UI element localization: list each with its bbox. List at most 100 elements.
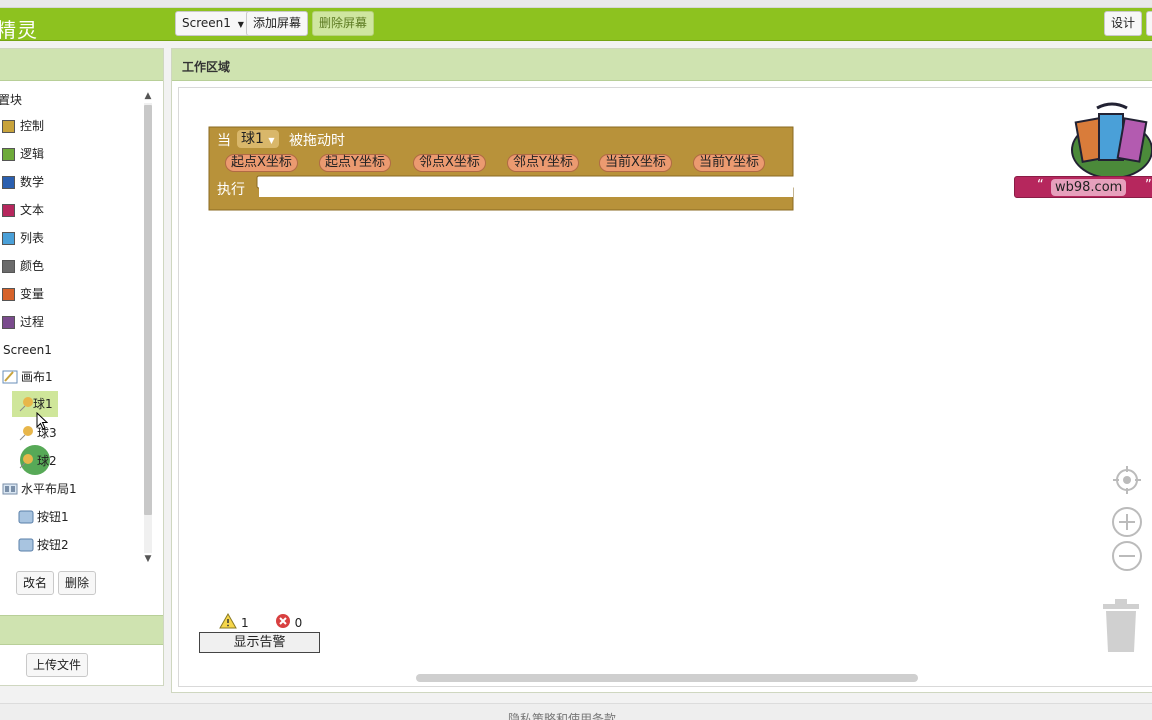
ball-icon xyxy=(18,396,34,412)
colors-color-swatch xyxy=(2,259,15,273)
screen-node[interactable]: Screen1 xyxy=(3,339,52,361)
workspace-panel: 工作区域 当 球1 ▼ 被拖动时 起点X坐标 起点Y坐标 邻点X坐标 邻点Y坐标 xyxy=(171,48,1152,693)
param-current-x[interactable]: 当前X坐标 xyxy=(599,154,672,172)
variables-color-swatch xyxy=(2,287,15,301)
event-label: 被拖动时 xyxy=(289,133,345,149)
scroll-up-icon[interactable]: ▲ xyxy=(143,91,153,101)
workspace-header: 工作区域 xyxy=(172,49,1152,81)
procedures-color-swatch xyxy=(2,315,15,329)
param-prev-x[interactable]: 邻点X坐标 xyxy=(413,154,486,172)
builtin-lists-label: 列表 xyxy=(20,231,45,245)
palette-header xyxy=(0,49,163,81)
workspace-title: 工作区域 xyxy=(182,60,231,74)
param-start-y[interactable]: 起点Y坐标 xyxy=(319,154,391,172)
lists-color-swatch xyxy=(2,231,15,245)
top-toolbar: 精灵 Screen1 ▼ 添加屏幕 删除屏幕 设计 xyxy=(0,8,1152,42)
blocks-tree: 置块 控制 逻辑 数学 文本 列表 颜色 变量 过程 Screen1 画布1 球… xyxy=(0,89,145,569)
builtin-logic[interactable]: 逻辑 xyxy=(2,143,44,165)
app-root: 精灵 Screen1 ▼ 添加屏幕 删除屏幕 设计 置块 控制 逻辑 数学 文本… xyxy=(0,0,1152,720)
builtin-colors-label: 颜色 xyxy=(20,259,45,273)
blocks-button[interactable] xyxy=(1146,11,1152,36)
chevron-down-icon: ▼ xyxy=(268,136,275,145)
button-icon xyxy=(18,509,34,525)
builtin-colors[interactable]: 颜色 xyxy=(2,255,44,277)
show-warnings-button[interactable]: 显示告警 xyxy=(199,632,320,653)
button1-node-label: 按钮1 xyxy=(37,510,69,524)
button-icon xyxy=(18,537,34,553)
blocks-palette-panel: 置块 控制 逻辑 数学 文本 列表 颜色 变量 过程 Screen1 画布1 球… xyxy=(0,48,164,686)
warning-indicator: 1 0 xyxy=(219,612,303,632)
remove-screen-button[interactable]: 删除屏幕 xyxy=(312,11,375,36)
scroll-thumb[interactable] xyxy=(144,105,152,515)
button1-node[interactable]: 按钮1 xyxy=(18,506,69,528)
browser-top-strip xyxy=(0,0,1152,8)
ball1-node-selected[interactable]: 球1 xyxy=(12,391,58,417)
canvas-icon xyxy=(2,369,18,385)
zoom-in-icon[interactable] xyxy=(1111,506,1143,538)
screen-dropdown-label: Screen1 xyxy=(182,16,231,30)
warnings-count: 1 xyxy=(241,615,249,630)
component-dropdown[interactable]: 球1 ▼ xyxy=(237,130,279,148)
warning-icon xyxy=(219,612,237,632)
errors-count: 0 xyxy=(294,615,303,630)
control-color-swatch xyxy=(2,119,15,133)
mouse-cursor-icon xyxy=(36,412,48,430)
rename-button[interactable]: 改名 xyxy=(16,571,55,595)
builtin-control[interactable]: 控制 xyxy=(2,115,44,137)
builtin-text[interactable]: 文本 xyxy=(2,199,44,221)
builtin-control-label: 控制 xyxy=(20,119,45,133)
builtin-lists[interactable]: 列表 xyxy=(2,227,44,249)
backpack-icon[interactable] xyxy=(1067,100,1152,180)
text-value-field[interactable]: wb98.com xyxy=(1051,179,1127,196)
builtin-math[interactable]: 数学 xyxy=(2,171,44,193)
logic-color-swatch xyxy=(2,147,15,161)
do-label: 执行 xyxy=(217,182,245,198)
media-header xyxy=(0,615,163,645)
horizontal-layout-icon xyxy=(2,481,18,497)
canvas-node[interactable]: 画布1 xyxy=(2,366,53,388)
ball2-node[interactable]: 球2 xyxy=(18,450,57,472)
open-quote: “ xyxy=(1037,178,1044,193)
ball-icon xyxy=(18,453,34,469)
zoom-out-icon[interactable] xyxy=(1111,540,1143,572)
builtin-procedures-label: 过程 xyxy=(20,315,45,329)
screen-dropdown[interactable]: Screen1 ▼ xyxy=(175,11,251,36)
builtin-procedures[interactable]: 过程 xyxy=(2,311,44,333)
builtin-variables[interactable]: 变量 xyxy=(2,283,44,305)
param-current-y[interactable]: 当前Y坐标 xyxy=(693,154,765,172)
trash-icon[interactable] xyxy=(1099,596,1143,654)
hlayout-node-label: 水平布局1 xyxy=(21,482,77,496)
app-title: 精灵 xyxy=(0,18,38,42)
builtin-math-label: 数学 xyxy=(20,175,45,189)
scroll-down-icon[interactable]: ▼ xyxy=(143,554,153,564)
math-color-swatch xyxy=(2,175,15,189)
button2-node-label: 按钮2 xyxy=(37,538,69,552)
param-start-x[interactable]: 起点X坐标 xyxy=(225,154,298,172)
palette-scrollbar[interactable]: ▲ ▼ xyxy=(142,91,154,565)
canvas-horizontal-scrollbar[interactable] xyxy=(416,674,918,682)
param-prev-y[interactable]: 邻点Y坐标 xyxy=(507,154,579,172)
drag-event-block[interactable]: 当 球1 ▼ 被拖动时 起点X坐标 起点Y坐标 邻点X坐标 邻点Y坐标 当前X坐… xyxy=(207,126,795,212)
canvas-node-label: 画布1 xyxy=(21,370,53,384)
error-icon xyxy=(275,613,291,632)
design-button[interactable]: 设计 xyxy=(1104,11,1143,36)
button2-node[interactable]: 按钮2 xyxy=(18,534,69,556)
builtin-text-label: 文本 xyxy=(20,203,45,217)
ball-icon xyxy=(18,425,34,441)
text-string-block[interactable]: “ wb98.com ” xyxy=(1014,176,1152,198)
footer-links[interactable]: 隐私策略和使用条款 xyxy=(508,710,616,720)
upload-file-button[interactable]: 上传文件 xyxy=(26,653,89,677)
builtin-logic-label: 逻辑 xyxy=(20,147,45,161)
component-dropdown-label: 球1 xyxy=(241,131,264,147)
center-icon[interactable] xyxy=(1111,464,1143,496)
add-screen-button[interactable]: 添加屏幕 xyxy=(246,11,309,36)
hlayout-node[interactable]: 水平布局1 xyxy=(2,478,77,500)
blocks-canvas[interactable]: 当 球1 ▼ 被拖动时 起点X坐标 起点Y坐标 邻点X坐标 邻点Y坐标 当前X坐… xyxy=(178,87,1152,687)
builtin-section[interactable]: 置块 xyxy=(0,89,22,111)
builtin-variables-label: 变量 xyxy=(20,287,45,301)
when-label: 当 xyxy=(217,133,231,149)
ball2-node-label: 球2 xyxy=(37,454,57,468)
text-color-swatch xyxy=(2,203,15,217)
delete-button[interactable]: 删除 xyxy=(58,571,97,595)
chevron-down-icon: ▼ xyxy=(237,20,244,29)
